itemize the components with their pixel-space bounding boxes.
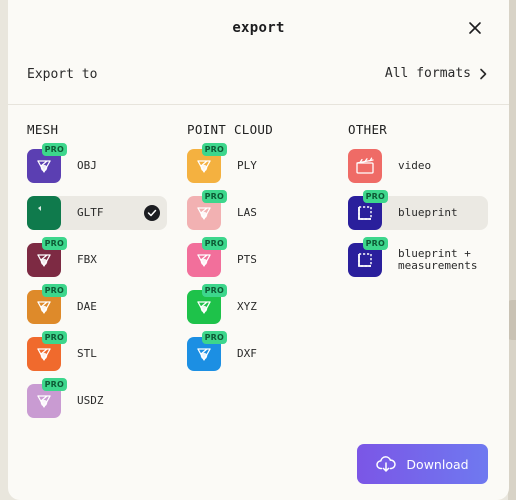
column-heading-point-cloud: POINT CLOUD [187,122,274,137]
modal-title: export [232,20,285,36]
format-label: video [398,159,432,172]
format-label: OBJ [77,159,97,172]
format-label: blueprint [398,206,458,219]
format-label: DXF [237,347,257,360]
format-tile: PRO [27,237,67,277]
fbx-format-icon [37,254,51,267]
format-option-fbx[interactable]: PRO FBX [27,237,167,277]
xyz-format-icon [197,301,211,314]
format-tile [27,196,61,230]
format-label: LAS [237,206,257,219]
obj-format-icon [37,160,51,173]
format-tile: PRO [27,284,67,324]
format-tile: PRO [187,331,227,371]
blueprint-measure-icon [358,253,372,267]
format-option-video[interactable]: video [348,149,488,183]
format-tile [348,149,382,183]
download-button[interactable]: Download [357,444,488,484]
pro-badge: PRO [41,378,67,391]
stl-format-icon [37,348,51,361]
all-formats-link[interactable]: All formats [385,66,487,81]
format-tile: PRO [348,237,388,277]
close-button[interactable] [466,19,484,37]
column-heading-mesh: MESH [27,122,59,137]
chevron-right-icon [480,68,487,79]
gltf-format-icon [38,206,41,211]
format-option-las[interactable]: PRO LAS [187,190,327,230]
format-tile: PRO [187,143,227,183]
format-label: FBX [77,253,97,266]
format-label: STL [77,347,97,360]
export-to-label: Export to [27,67,98,82]
pro-badge: PRO [41,143,67,156]
format-option-stl[interactable]: PRO STL [27,331,167,371]
format-label: PLY [237,159,257,172]
format-tile: PRO [187,284,227,324]
pro-badge: PRO [201,331,227,344]
format-label: XYZ [237,300,257,313]
format-option-obj[interactable]: PRO OBJ [27,143,167,183]
video-clapper-icon [356,157,374,174]
dae-format-icon [37,301,51,314]
column-heading-other: OTHER [348,122,388,137]
checkmark-icon [144,205,160,221]
pro-badge: PRO [362,190,388,203]
format-tile: PRO [348,190,388,230]
format-option-blueprint-measurements[interactable]: PRO blueprint + measurements [348,237,488,277]
pro-badge: PRO [201,284,227,297]
pro-badge: PRO [201,143,227,156]
format-tile: PRO [27,143,67,183]
format-option-dae[interactable]: PRO DAE [27,284,167,324]
export-modal: export Export to All formats MESH PRO OBJ G… [8,0,509,500]
format-option-ply[interactable]: PRO PLY [187,143,327,183]
background-panel [508,0,516,500]
close-icon [469,22,481,34]
format-tile: PRO [27,378,67,418]
format-label: PTS [237,253,257,266]
pro-badge: PRO [362,237,388,250]
format-tile: PRO [27,331,67,371]
format-option-usdz[interactable]: PRO USDZ [27,378,167,418]
pro-badge: PRO [41,237,67,250]
ply-format-icon [197,160,211,173]
format-option-pts[interactable]: PRO PTS [187,237,327,277]
all-formats-label: All formats [384,66,471,81]
format-option-xyz[interactable]: PRO XYZ [187,284,327,324]
dxf-format-icon [197,348,211,361]
usdz-format-icon [37,395,51,408]
format-option-gltf[interactable]: GLTF [27,196,167,230]
pro-badge: PRO [41,284,67,297]
pro-badge: PRO [41,331,67,344]
divider [8,104,509,105]
cloud-download-icon [376,456,397,472]
format-label: USDZ [77,394,104,407]
download-label: Download [406,456,469,472]
format-label: DAE [77,300,97,313]
format-tile: PRO [187,190,227,230]
export-to-row: Export to All formats [8,58,509,94]
format-label: GLTF [77,206,104,219]
pro-badge: PRO [201,190,227,203]
pts-format-icon [197,254,211,267]
format-option-blueprint[interactable]: PRO blueprint [348,190,488,230]
pro-badge: PRO [201,237,227,250]
format-tile: PRO [187,237,227,277]
blueprint-icon [358,206,372,220]
format-option-dxf[interactable]: PRO DXF [187,331,327,371]
las-format-icon [197,207,211,220]
format-label: blueprint + measurements [398,247,478,272]
